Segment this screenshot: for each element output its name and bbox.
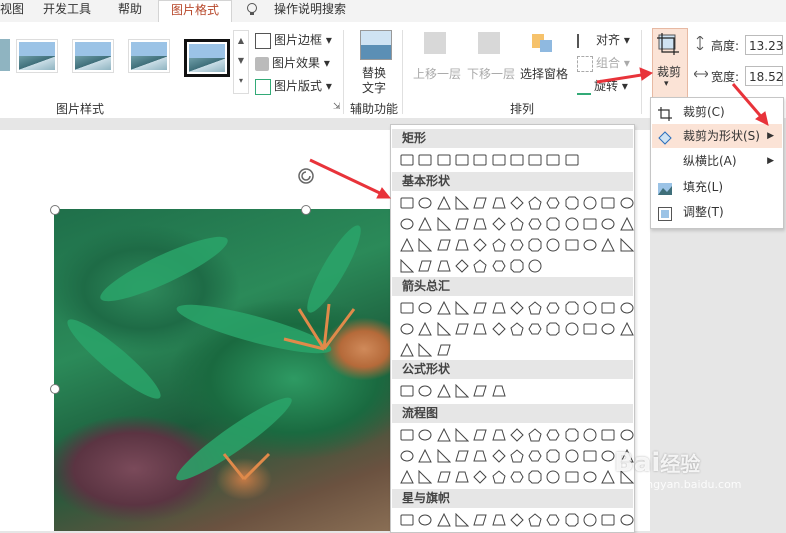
watermark-url: jingyan.baidu.com [640,478,742,491]
watermark: Bai经验 [614,448,701,478]
